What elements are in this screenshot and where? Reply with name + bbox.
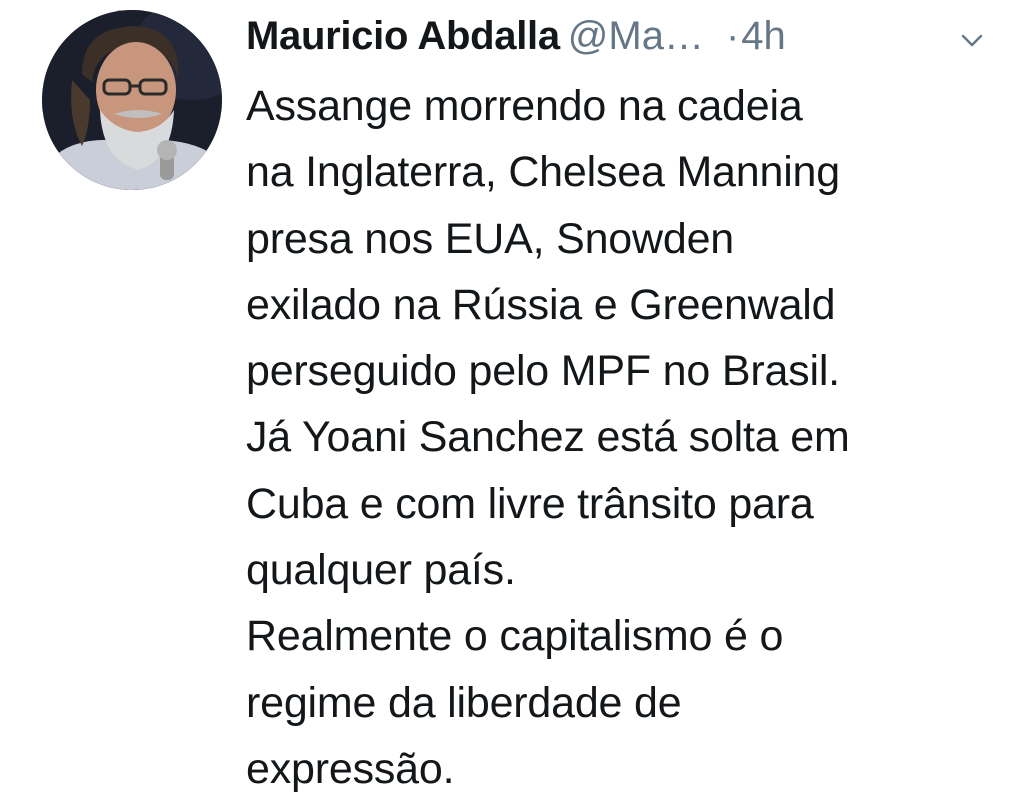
- timestamp-separator: ·: [725, 14, 740, 58]
- tweet-text: Assange morrendo na cadeia na Inglaterra…: [246, 82, 850, 793]
- profile-photo: [42, 10, 222, 190]
- tweet: Mauricio Abdalla @Ma… ·4h Assange morrendo…: [0, 0, 1024, 803]
- avatar[interactable]: [42, 10, 222, 190]
- chevron-down-icon[interactable]: [958, 26, 986, 54]
- author-handle[interactable]: @Ma…: [568, 14, 704, 58]
- tweet-timestamp[interactable]: 4h: [741, 14, 786, 58]
- author-display-name[interactable]: Mauricio Abdalla: [246, 14, 560, 58]
- tweet-header: Mauricio Abdalla @Ma… ·4h: [246, 6, 1006, 66]
